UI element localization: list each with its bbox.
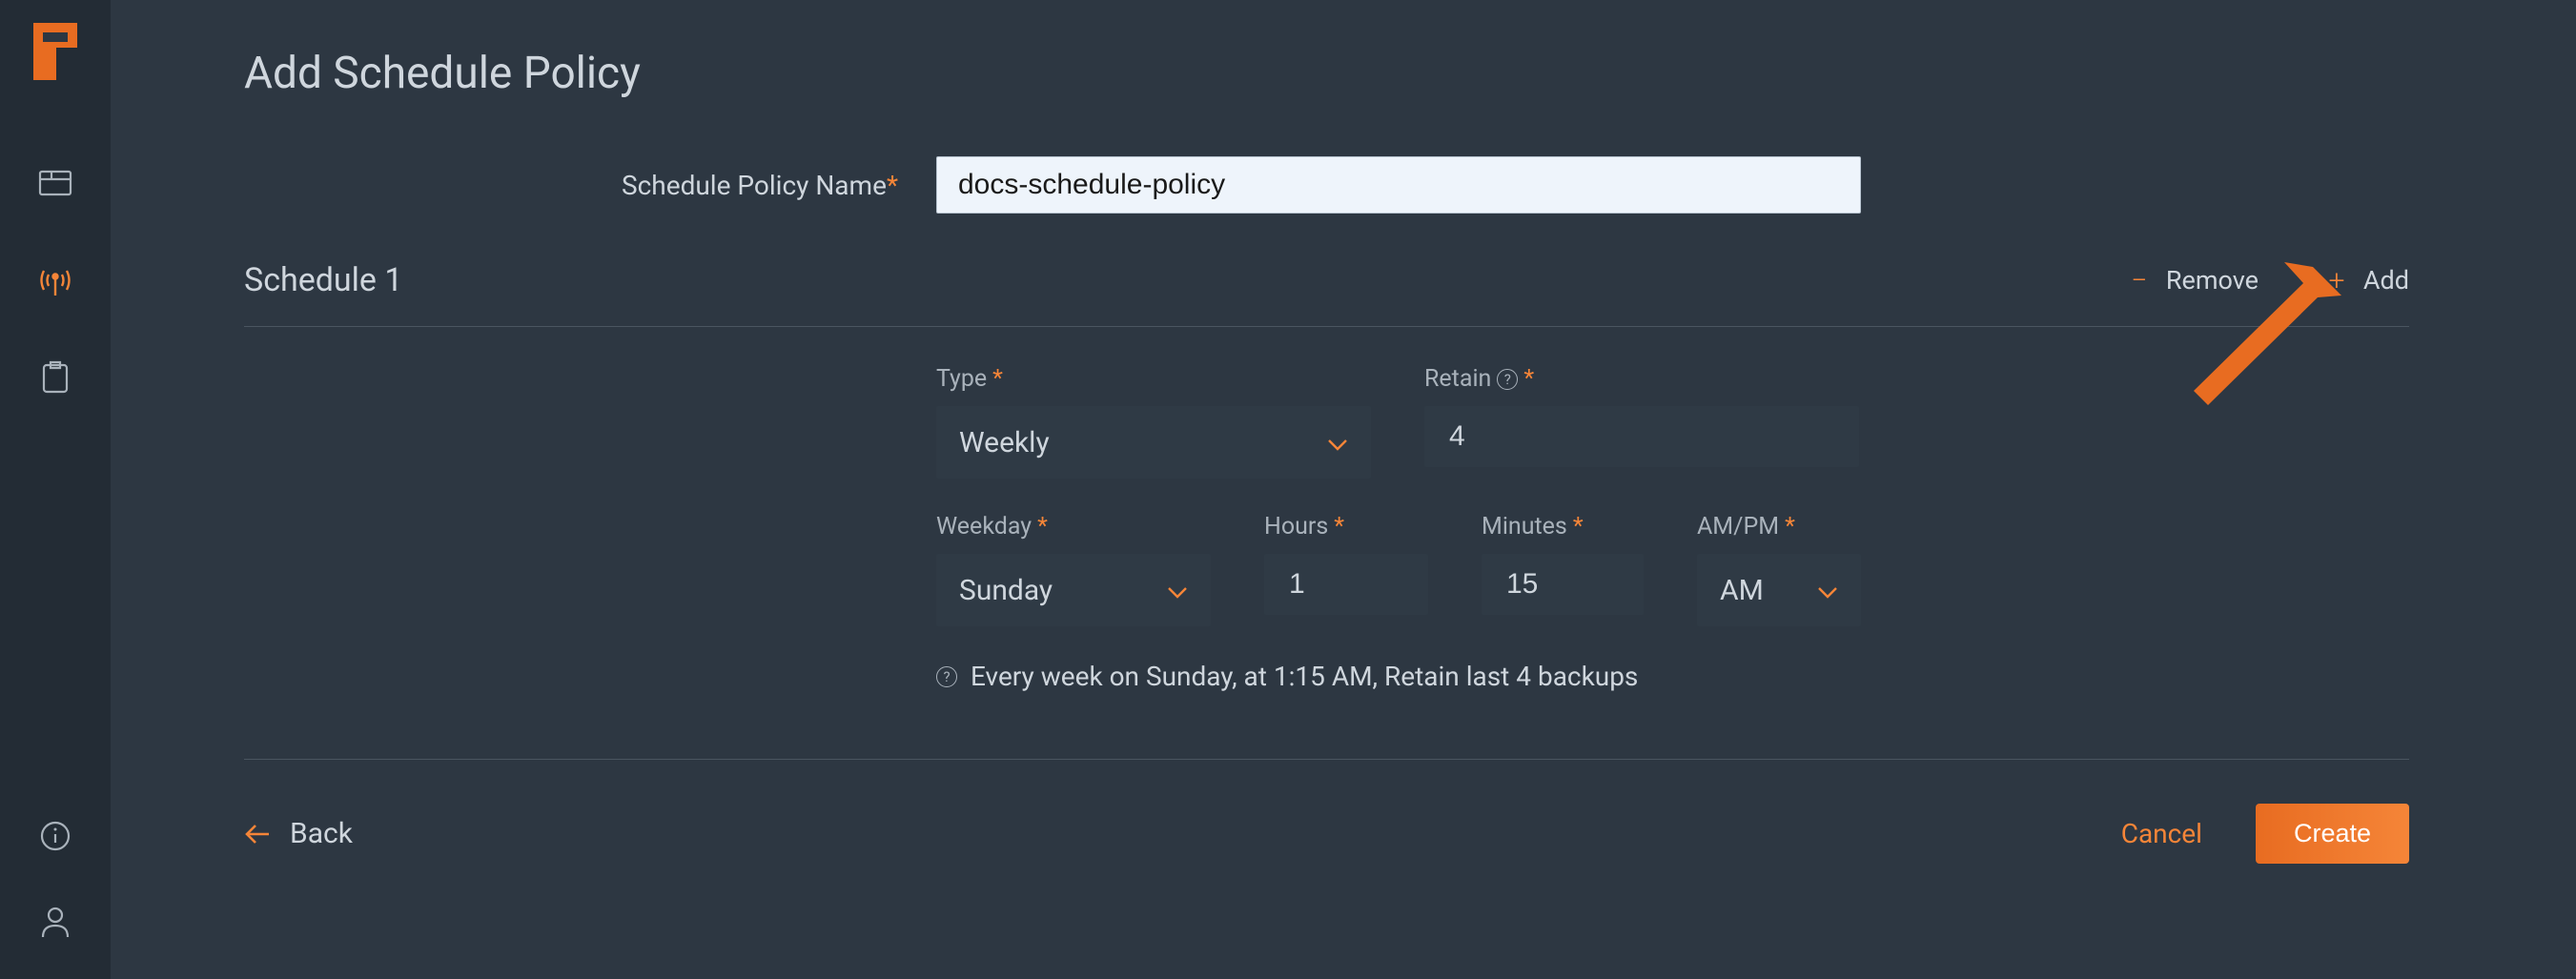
ampm-label: AM/PM* <box>1697 513 1861 540</box>
retain-label-text: Retain <box>1424 365 1491 393</box>
type-label: Type* <box>936 365 1371 393</box>
create-button[interactable]: Create <box>2256 804 2409 864</box>
minutes-input[interactable] <box>1504 567 1621 602</box>
remove-schedule-button[interactable]: Remove <box>2128 264 2259 297</box>
logo <box>30 15 81 88</box>
main-content: Add Schedule Policy Schedule Policy Name… <box>111 0 2576 979</box>
hours-input[interactable] <box>1287 567 1405 602</box>
ampm-field: AM/PM* AM <box>1697 513 1861 626</box>
ampm-select[interactable]: AM <box>1697 554 1861 626</box>
policy-name-input[interactable] <box>936 156 1861 214</box>
schedule-section-title: Schedule 1 <box>244 261 403 299</box>
schedule-summary: ? Every week on Sunday, at 1:15 AM, Reta… <box>936 661 2409 692</box>
required-asterisk: * <box>1037 513 1048 540</box>
retain-field: Retain ?* <box>1424 365 1859 479</box>
remove-label: Remove <box>2166 265 2259 296</box>
required-asterisk: * <box>1785 513 1795 540</box>
help-icon[interactable]: ? <box>1497 369 1518 390</box>
hours-label-text: Hours <box>1264 513 1328 540</box>
hours-input-wrap <box>1264 554 1428 615</box>
user-icon[interactable] <box>36 903 74 941</box>
hours-label: Hours* <box>1264 513 1428 540</box>
back-label: Back <box>290 817 353 850</box>
chevron-down-icon <box>1167 574 1188 607</box>
required-asterisk: * <box>887 170 898 201</box>
policy-name-row: Schedule Policy Name* <box>244 156 2409 214</box>
page-title: Add Schedule Policy <box>244 48 2409 99</box>
info-icon[interactable] <box>36 817 74 855</box>
footer-row: Back Cancel Create <box>244 804 2409 864</box>
ampm-value: AM <box>1720 574 1764 607</box>
weekday-label-text: Weekday <box>936 513 1032 540</box>
required-asterisk: * <box>1523 365 1534 393</box>
minus-icon <box>2128 264 2151 297</box>
retain-input[interactable] <box>1447 419 1836 454</box>
minutes-input-wrap <box>1482 554 1644 615</box>
policy-name-label-text: Schedule Policy Name <box>622 170 887 201</box>
plus-icon <box>2325 264 2348 297</box>
minutes-label: Minutes* <box>1482 513 1644 540</box>
clipboard-icon[interactable] <box>36 358 74 397</box>
weekday-value: Sunday <box>959 574 1053 607</box>
chevron-down-icon <box>1327 426 1348 459</box>
minutes-field: Minutes* <box>1482 513 1644 626</box>
divider <box>244 759 2409 760</box>
type-value: Weekly <box>959 426 1050 459</box>
retain-input-wrap <box>1424 406 1859 467</box>
weekday-label: Weekday* <box>936 513 1211 540</box>
type-select[interactable]: Weekly <box>936 406 1371 479</box>
weekday-field: Weekday* Sunday <box>936 513 1211 626</box>
add-schedule-button[interactable]: Add <box>2325 264 2409 297</box>
type-field: Type* Weekly <box>936 365 1371 479</box>
add-label: Add <box>2363 265 2409 296</box>
broadcast-icon[interactable] <box>36 261 74 299</box>
sidebar <box>0 0 111 979</box>
schedule-fields: Type* Weekly Retain ?* <box>244 365 2409 692</box>
dashboard-icon[interactable] <box>36 164 74 202</box>
cancel-button[interactable]: Cancel <box>2121 818 2202 849</box>
retain-label: Retain ?* <box>1424 365 1859 393</box>
required-asterisk: * <box>992 365 1003 393</box>
ampm-label-text: AM/PM <box>1697 513 1779 540</box>
required-asterisk: * <box>1334 513 1344 540</box>
hours-field: Hours* <box>1264 513 1428 626</box>
chevron-down-icon <box>1817 574 1838 607</box>
required-asterisk: * <box>1573 513 1584 540</box>
summary-text: Every week on Sunday, at 1:15 AM, Retain… <box>971 661 1638 692</box>
type-label-text: Type <box>936 365 987 393</box>
back-button[interactable]: Back <box>244 817 353 850</box>
minutes-label-text: Minutes <box>1482 513 1567 540</box>
policy-name-label: Schedule Policy Name* <box>244 170 936 201</box>
schedule-section-header: Schedule 1 Remove Add <box>244 261 2409 327</box>
info-circle-icon: ? <box>936 666 957 687</box>
weekday-select[interactable]: Sunday <box>936 554 1211 626</box>
